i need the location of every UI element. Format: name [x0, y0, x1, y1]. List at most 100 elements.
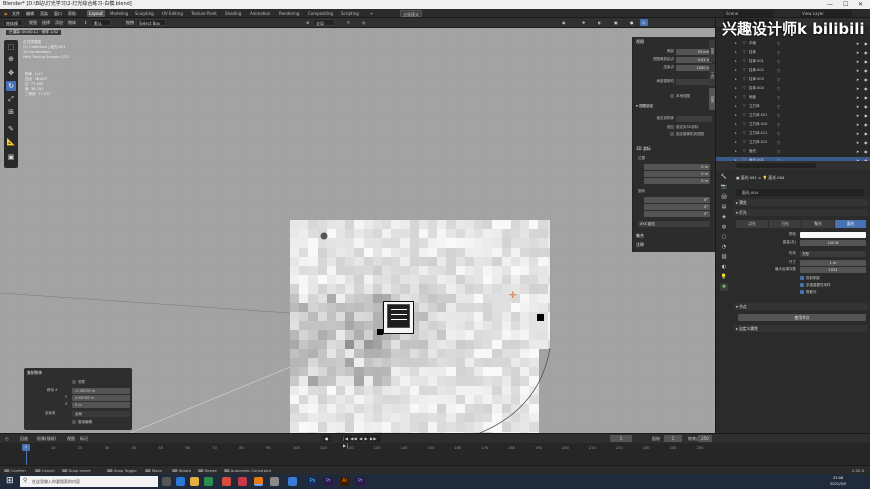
- select-tool-icon[interactable]: ⬚: [6, 42, 16, 52]
- view-layer-selector[interactable]: View Layer: [800, 10, 852, 17]
- illustrator-icon[interactable]: Ai: [340, 477, 349, 486]
- minimize-button[interactable]: —: [827, 0, 833, 9]
- windows-start-icon[interactable]: ⊞: [6, 476, 14, 486]
- expand-arrow-icon[interactable]: ▸: [735, 103, 737, 110]
- object-tab-icon[interactable]: ▢: [720, 233, 728, 241]
- eye-icon[interactable]: ◉: [864, 76, 868, 83]
- app-icon-4[interactable]: [288, 477, 297, 486]
- eye-icon[interactable]: ◉: [864, 130, 868, 137]
- mode-badge[interactable]: 全屏模式: [400, 10, 422, 17]
- selectable-icon[interactable]: ➤: [856, 112, 859, 119]
- clock[interactable]: 23:08 2021/9/5: [830, 475, 846, 487]
- eye-icon[interactable]: ◉: [864, 148, 868, 155]
- menu-object[interactable]: 物体: [66, 19, 78, 26]
- tab-rendering[interactable]: Rendering: [277, 10, 301, 17]
- expand-arrow-icon[interactable]: ▸: [735, 85, 737, 92]
- light-color-field[interactable]: 颜色: [736, 232, 866, 238]
- menu-render[interactable]: 渲染: [38, 10, 50, 17]
- snap-icon[interactable]: ⚲: [345, 19, 352, 26]
- file-explorer-icon[interactable]: [190, 477, 199, 486]
- maximize-button[interactable]: ☐: [843, 0, 848, 9]
- shading-rendered-icon[interactable]: ◍: [640, 19, 648, 26]
- outliner-row[interactable]: ▸ ▽ 立方体 ▽ ➤ ◉: [716, 103, 870, 110]
- physics-tab-icon[interactable]: ◔: [720, 243, 728, 251]
- tab-shading[interactable]: Shading: [223, 10, 243, 17]
- mis-checkbox[interactable]: 多重重要性采样: [736, 283, 866, 289]
- playback-menu[interactable]: 回放: [18, 435, 30, 442]
- expand-arrow-icon[interactable]: ▸: [735, 40, 737, 47]
- tab-sculpting[interactable]: Sculpting: [133, 10, 156, 17]
- eye-icon[interactable]: ◉: [864, 103, 868, 110]
- outliner-row[interactable]: ▸ ▽ 柱体 ▽ ➤ ◉: [716, 49, 870, 56]
- taskbar-search-input[interactable]: 在这里输入你要搜索的内容: [20, 476, 158, 487]
- timeline-view-menu[interactable]: 视图: [65, 435, 77, 442]
- expand-arrow-icon[interactable]: ▸: [735, 76, 737, 83]
- view-section-title[interactable]: 视图: [636, 39, 644, 45]
- overlay-icon[interactable]: ◐: [596, 19, 604, 26]
- expand-arrow-icon[interactable]: ▸: [735, 130, 737, 137]
- xray-icon[interactable]: ▣: [612, 19, 620, 26]
- app-icon-3[interactable]: [270, 477, 279, 486]
- outliner-row[interactable]: ▸ ▽ 柱体.004 ▽ ➤ ◉: [716, 85, 870, 92]
- edge-browser-icon[interactable]: [176, 477, 185, 486]
- selectable-icon[interactable]: ➤: [856, 148, 859, 155]
- lock-3d-cursor-checkbox[interactable]: 锁定锁定到3D游标: [636, 125, 712, 131]
- rotate-tool-icon[interactable]: ↻: [6, 81, 16, 91]
- properties-search[interactable]: [736, 163, 816, 168]
- add-workspace-button[interactable]: +: [368, 10, 375, 17]
- selectable-icon[interactable]: ➤: [856, 85, 859, 92]
- menu-file[interactable]: 文件: [10, 10, 22, 17]
- transform-tool-icon[interactable]: ⊞: [6, 107, 16, 117]
- eye-icon[interactable]: ◉: [864, 58, 868, 65]
- world-tab-icon[interactable]: ◍: [720, 223, 728, 231]
- menu-help[interactable]: 帮助: [66, 10, 78, 17]
- selectable-icon[interactable]: ➤: [856, 49, 859, 56]
- selectable-icon[interactable]: ➤: [856, 67, 859, 74]
- selectable-icon[interactable]: ➤: [856, 130, 859, 137]
- light-type-point[interactable]: 点光: [736, 220, 768, 228]
- blender-taskbar-icon[interactable]: [254, 477, 263, 486]
- light-data-tab-icon[interactable]: 💡: [720, 273, 728, 281]
- cursor-tool-icon[interactable]: ⊕: [6, 54, 16, 64]
- focal-length-field[interactable]: 焦距 50 mm: [636, 49, 712, 55]
- light-section[interactable]: ▾ 灯光: [734, 209, 868, 216]
- tab-compositing[interactable]: Compositing: [306, 10, 335, 17]
- preview-section[interactable]: ▸ 预览: [734, 199, 868, 206]
- outliner-row[interactable]: ▸ ▽ 立方体.010 ▽ ➤ ◉: [716, 121, 870, 128]
- selectable-icon[interactable]: ➤: [856, 58, 859, 65]
- use-nodes-button[interactable]: 使用节点: [738, 314, 866, 321]
- expand-arrow-icon[interactable]: ▸: [735, 58, 737, 65]
- selectable-icon[interactable]: ➤: [856, 94, 859, 101]
- scene-selector[interactable]: Scene: [724, 10, 774, 17]
- proportional-edit-icon[interactable]: ◎: [360, 19, 368, 26]
- cursor-loc-z[interactable]: Z0 m: [636, 178, 712, 184]
- light-type-area[interactable]: 面光: [835, 220, 866, 228]
- 3d-cursor-title[interactable]: 3D 游标: [636, 146, 651, 152]
- view-layer-tab-icon[interactable]: ▤: [720, 203, 728, 211]
- playback-controls[interactable]: |◀ ◀◀ ◀ ▶ ▶▶ ▶|: [341, 435, 381, 448]
- eye-icon[interactable]: ◉: [864, 85, 868, 92]
- eye-icon[interactable]: ◉: [864, 112, 868, 119]
- clip-end-field[interactable]: 结束点 1000 m: [636, 65, 712, 71]
- eye-icon[interactable]: ◉: [864, 49, 868, 56]
- cursor-loc-x[interactable]: X0 m: [636, 164, 712, 170]
- scale-tool-icon[interactable]: ⤢: [6, 94, 16, 104]
- outliner-row[interactable]: ▸ ▽ 柱体.003 ▽ ➤ ◉: [716, 76, 870, 83]
- lock-to-object-field[interactable]: 锁定到物体: [636, 116, 712, 122]
- rotation-mode-select[interactable]: XYZ 欧拉: [636, 221, 712, 227]
- local-camera-field[interactable]: 局部摄像机: [636, 79, 712, 85]
- move-y-field[interactable]: Y 0.68708 m: [27, 395, 130, 401]
- caustics-checkbox[interactable]: 焦散光: [736, 290, 866, 296]
- selectable-icon[interactable]: ➤: [856, 103, 859, 110]
- eye-icon[interactable]: ◉: [864, 94, 868, 101]
- measure-tool-icon[interactable]: 📐: [6, 137, 16, 147]
- move-z-field[interactable]: Z0 m: [27, 402, 130, 408]
- light-size-field[interactable]: 尺寸 1 m: [736, 260, 866, 266]
- selectable-icon[interactable]: ➤: [856, 76, 859, 83]
- mode-select[interactable]: 物体模式: [3, 19, 23, 33]
- editor-type-icon[interactable]: ◷: [3, 435, 11, 442]
- cast-shadow-checkbox[interactable]: 投射阴影: [736, 276, 866, 282]
- light-handle[interactable]: [377, 329, 383, 335]
- tab-layout[interactable]: Layout: [87, 10, 105, 17]
- linked-checkbox[interactable]: 关联: [27, 380, 127, 386]
